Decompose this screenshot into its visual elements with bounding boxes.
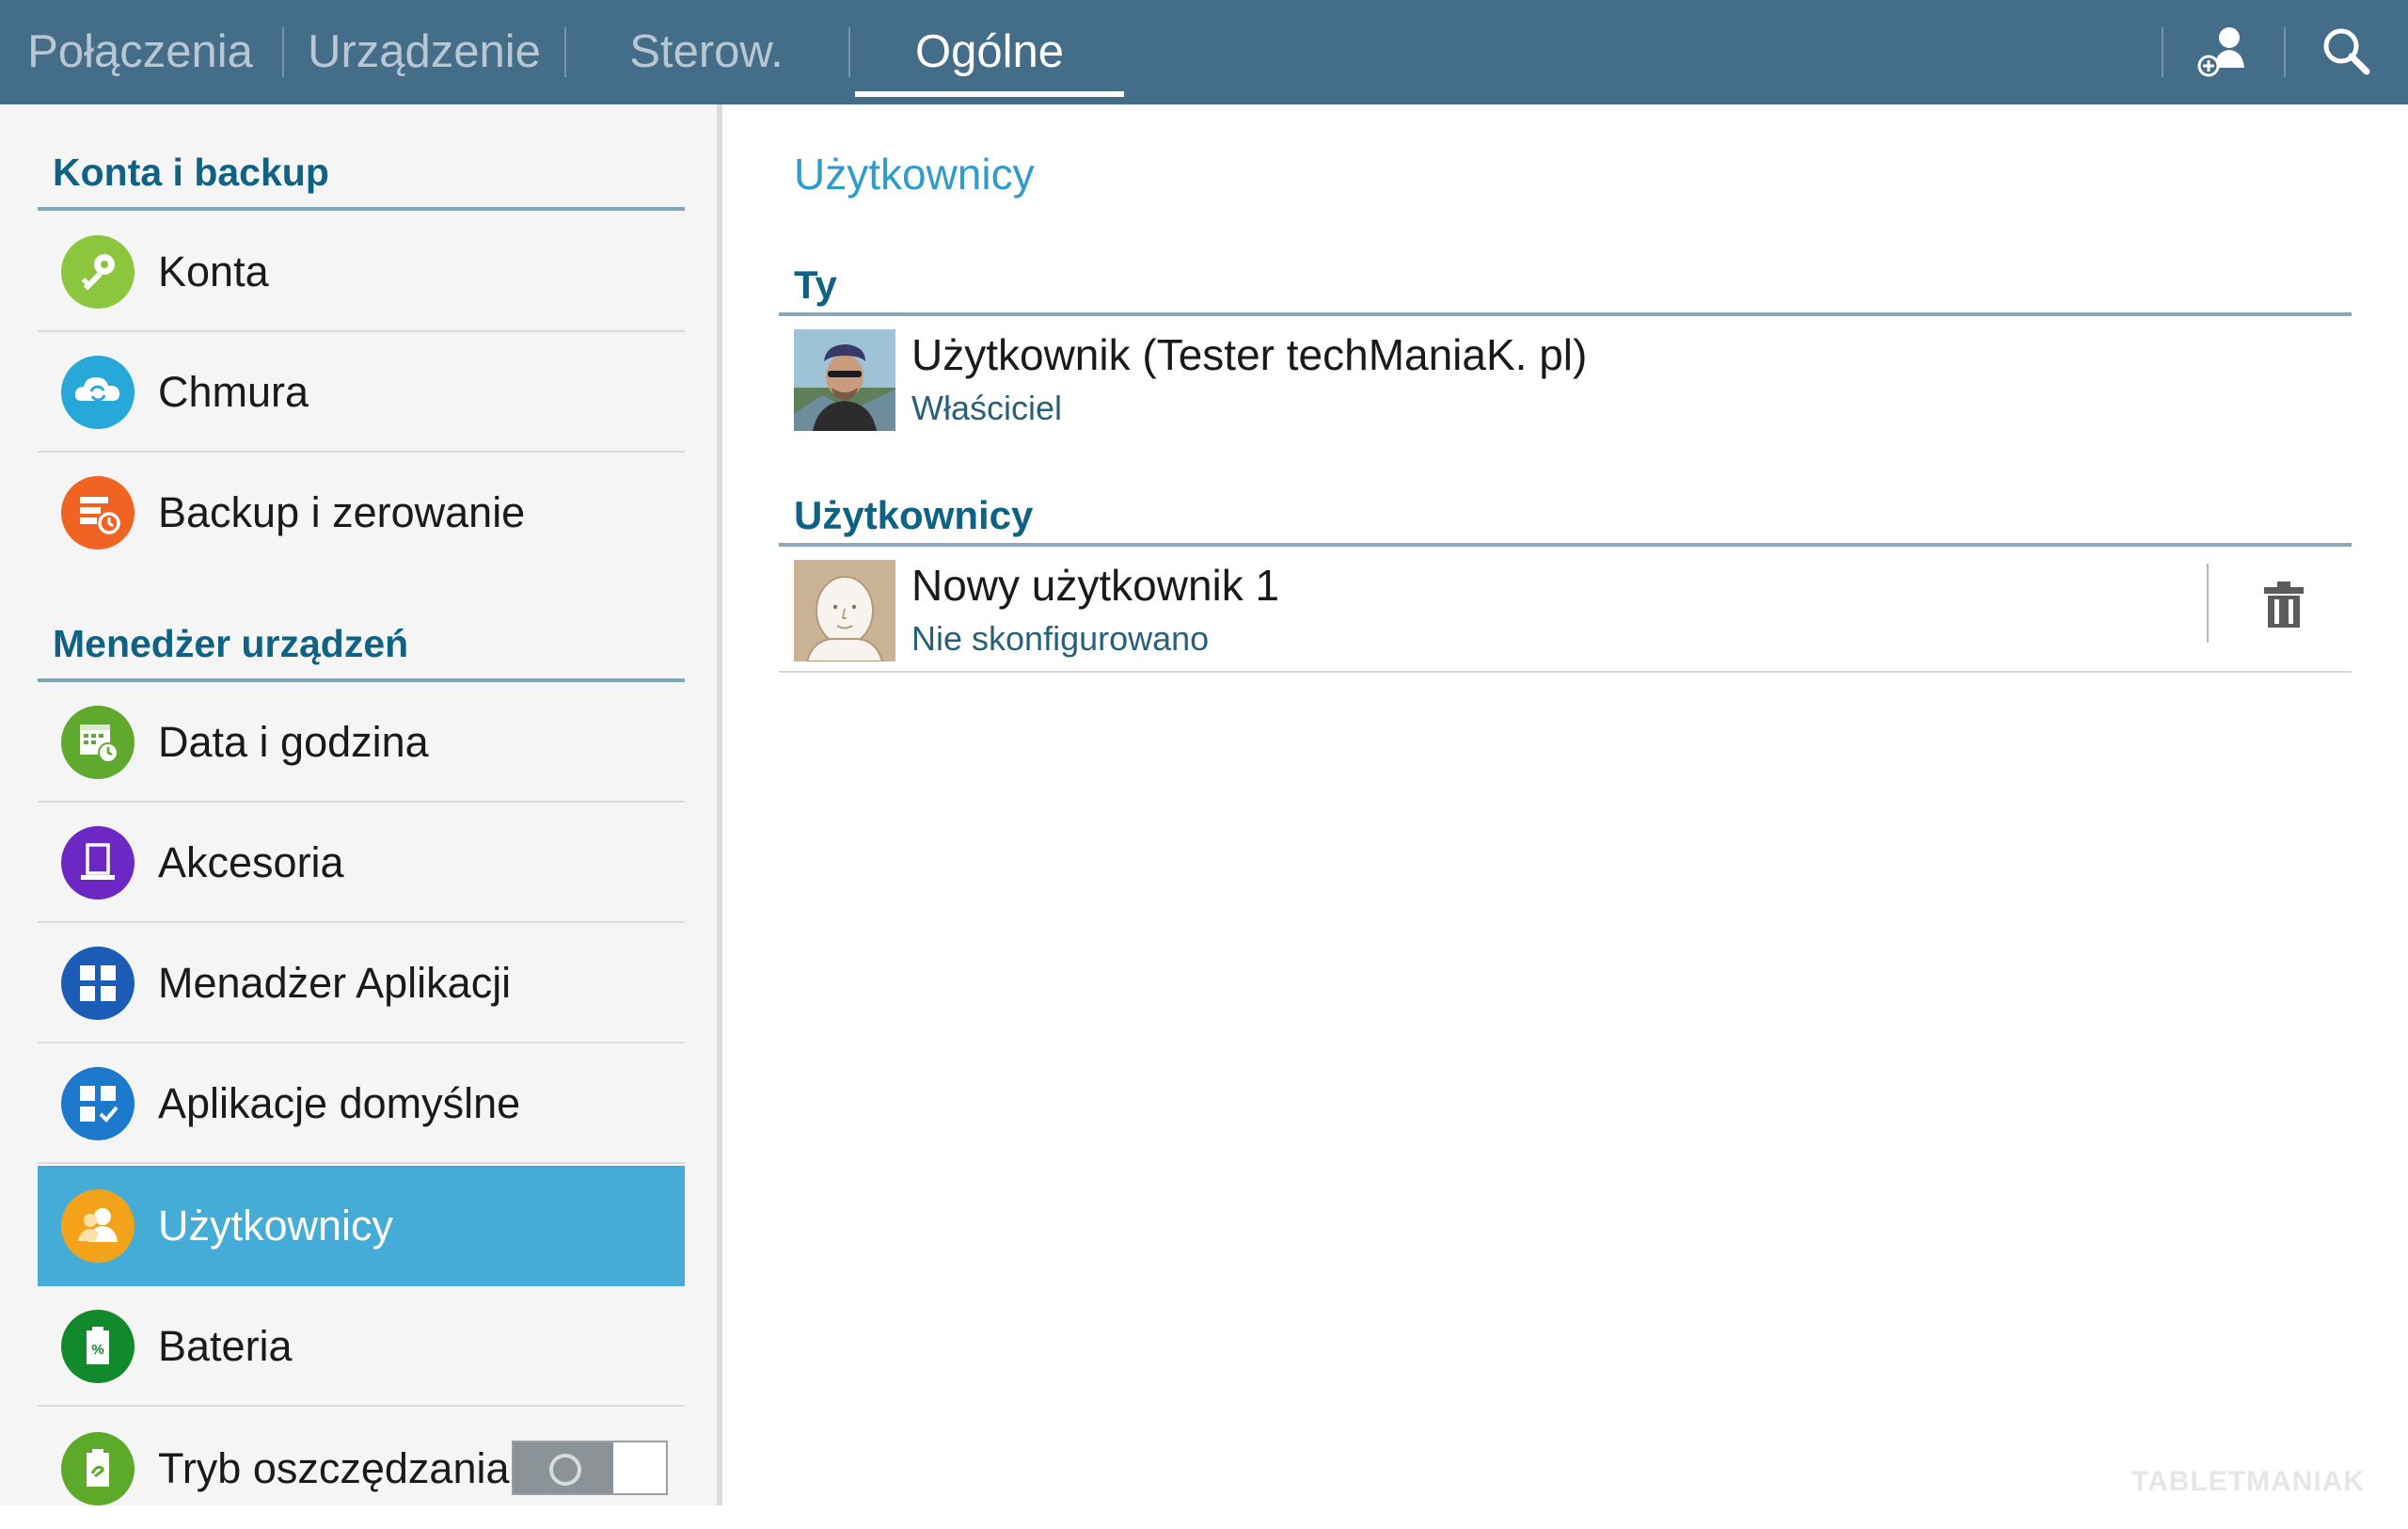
users-icon — [61, 1189, 135, 1263]
sidebar-item-cloud[interactable]: Chmura — [38, 332, 685, 453]
sidebar-item-accounts[interactable]: Konta — [38, 212, 685, 332]
owner-name: Użytkownik (Tester techManiaK. pl) — [911, 330, 1588, 379]
sidebar-item-battery[interactable]: % Bateria — [38, 1286, 685, 1407]
user-name: Nowy użytkownik 1 — [911, 561, 1280, 610]
add-user-icon[interactable] — [2192, 21, 2254, 83]
owner-user-row[interactable]: Użytkownik (Tester techManiaK. pl) Właśc… — [779, 316, 2352, 442]
default-apps-icon — [61, 1067, 135, 1140]
row-divider — [2207, 564, 2209, 643]
toggle-off-indicator — [549, 1454, 581, 1486]
section-header-users: Użytkownicy — [779, 485, 2352, 547]
svg-text:%: % — [91, 1342, 103, 1358]
sidebar-item-default-apps[interactable]: Aplikacje domyślne — [38, 1043, 685, 1164]
sidebar-item-label: Akcesoria — [158, 838, 344, 886]
toggle-knob — [514, 1442, 613, 1493]
power-saving-icon — [61, 1432, 135, 1505]
page-title: Użytkownicy — [794, 150, 1035, 199]
active-tab-indicator — [855, 91, 1124, 97]
power-saving-toggle[interactable] — [512, 1441, 668, 1495]
user-row[interactable]: Nowy użytkownik 1 Nie skonfigurowano — [779, 547, 2352, 673]
search-icon[interactable] — [2316, 21, 2378, 83]
owner-role: Właściciel — [911, 389, 1063, 427]
cloud-sync-icon — [61, 356, 135, 429]
toolbar-divider — [2284, 27, 2286, 77]
sidebar-item-app-manager[interactable]: Menadżer Aplikacji — [38, 923, 685, 1043]
tab-general[interactable]: Ogólne — [855, 0, 1124, 104]
calendar-clock-icon — [61, 706, 135, 779]
section-header-device-manager: Menedżer urządzeń — [38, 622, 685, 682]
key-icon — [61, 235, 135, 309]
sidebar-item-label: Bateria — [158, 1322, 293, 1370]
section-header-you: Ty — [779, 254, 2352, 316]
sidebar-item-label: Konta — [158, 247, 269, 295]
sidebar-item-label: Menadżer Aplikacji — [158, 959, 512, 1007]
default-user-avatar — [794, 560, 895, 661]
sidebar-item-backup-reset[interactable]: Backup i zerowanie — [38, 453, 685, 573]
owner-avatar — [794, 329, 895, 431]
sidebar-item-label: Data i godzina — [158, 718, 429, 766]
sidebar-item-accessories[interactable]: Akcesoria — [38, 803, 685, 923]
tab-divider — [848, 27, 850, 77]
sidebar-edge — [717, 104, 722, 1505]
sidebar-item-label: Backup i zerowanie — [158, 488, 526, 536]
user-status: Nie skonfigurowano — [911, 619, 1210, 658]
sidebar-item-date-time[interactable]: Data i godzina — [38, 682, 685, 803]
backup-icon — [61, 476, 135, 549]
tab-controls[interactable]: Sterow. — [579, 0, 833, 104]
sidebar-item-power-saving[interactable]: Tryb oszczędzania — [38, 1409, 685, 1529]
battery-icon: % — [61, 1310, 135, 1383]
tab-connections[interactable]: Połączenia — [17, 0, 263, 104]
sidebar-item-label: Tryb oszczędzania — [158, 1444, 510, 1492]
toolbar-divider — [2162, 27, 2163, 77]
sidebar-item-users[interactable]: Użytkownicy — [38, 1166, 685, 1286]
sidebar-item-label: Chmura — [158, 368, 309, 416]
tab-divider — [564, 27, 566, 77]
accessory-icon — [61, 826, 135, 900]
sidebar-item-label: Użytkownicy — [158, 1202, 394, 1250]
sidebar-item-label: Aplikacje domyślne — [158, 1079, 521, 1127]
tab-divider — [282, 27, 284, 77]
trash-icon — [2264, 581, 2304, 628]
app-grid-icon — [61, 947, 135, 1020]
watermark-text: TABLETMANIAK — [2131, 1466, 2366, 1497]
top-tab-bar: Połączenia Urządzenie Sterow. Ogólne — [0, 0, 2408, 104]
delete-user-button[interactable] — [2246, 567, 2321, 643]
section-header-accounts: Konta i backup — [38, 151, 685, 211]
tab-device[interactable]: Urządzenie — [299, 0, 549, 104]
